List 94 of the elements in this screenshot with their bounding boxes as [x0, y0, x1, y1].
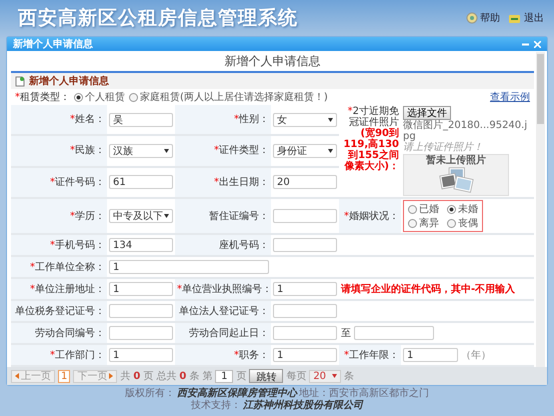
field-label: *姓名： [70, 114, 105, 126]
app-title: 西安高新区公租房信息管理系统 [18, 6, 298, 31]
pager-text: 条 [189, 370, 200, 383]
help-icon [466, 12, 478, 24]
input-field[interactable] [273, 304, 337, 318]
select-field[interactable]: 身份证 [273, 144, 337, 158]
input-field[interactable]: 1 [273, 282, 337, 296]
dropdown-caret-icon [164, 214, 169, 218]
field-label: 单位法人登记证号： [179, 306, 269, 316]
input-field[interactable]: 1 [109, 260, 269, 274]
range-separator: 至 [341, 327, 351, 340]
file-name: 微信图片_20180...95240.jpg [403, 120, 528, 142]
input-field[interactable]: 1 [109, 348, 173, 362]
footer-owner: 西安高新区保障房管理中心 [177, 388, 297, 400]
footer-support: 江苏神州科技股份有限公司 [243, 400, 363, 412]
field-label: 单位税务登记证号： [15, 306, 105, 316]
pager-text: 每页 [286, 370, 306, 383]
left-arrow-icon [15, 373, 19, 379]
field-label: *学历： [70, 210, 105, 222]
pager-text: 页 [143, 370, 154, 383]
pager-text: 共 [120, 370, 130, 383]
dropdown-caret-icon [328, 148, 333, 153]
scrollbar[interactable] [536, 52, 545, 367]
select-field[interactable]: 中专及以下 [109, 209, 173, 223]
photo-label: *2寸近期免冠证件照片 (宽90到119,高130到155之间像素大小)： [343, 106, 399, 172]
radio-option[interactable]: 个人租赁 [74, 90, 125, 104]
radio-option[interactable]: 家庭租赁(两人以上居住请选择家庭租赁！) [129, 90, 328, 104]
dropdown-caret-icon [164, 148, 169, 153]
field-label: *性别： [234, 114, 269, 126]
field-label: *单位注册地址： [30, 284, 105, 294]
input-field[interactable] [109, 326, 173, 340]
input-field[interactable] [109, 304, 173, 318]
radio-option[interactable]: 丧偶 [447, 216, 478, 230]
field-label: 劳动合同起止日： [189, 328, 269, 338]
input-field[interactable]: 134 [109, 238, 173, 252]
footer-text: 技术支持： [191, 400, 241, 412]
radio-option[interactable]: 未婚 [447, 202, 478, 216]
input-field[interactable] [273, 238, 337, 252]
field-label: *证件类型： [214, 145, 269, 156]
field-label: *工作部门： [50, 350, 105, 360]
record-count: 0 [179, 370, 186, 382]
pager-text: 页 [236, 370, 246, 383]
field-label: *出生日期： [214, 176, 269, 188]
hint-text: 请填写企业的证件代码，其中-不用输入 [341, 284, 516, 295]
input-field[interactable]: 1 [109, 282, 173, 296]
exit-icon [508, 12, 522, 24]
page-count: 0 [133, 370, 140, 382]
field-label: *民族： [70, 145, 105, 156]
help-link[interactable]: 帮助 [466, 11, 500, 25]
footer-address: 地址：西安市高新区都市之门 [299, 388, 429, 400]
jump-button[interactable]: 跳转 [249, 369, 284, 383]
input-field[interactable] [273, 209, 337, 223]
field-label: 暂住证编号： [209, 210, 269, 222]
choose-file-button[interactable]: 选择文件 [403, 106, 451, 120]
dialog-title: 新增个人申请信息 [13, 37, 93, 51]
field-label: *工作年限： [344, 350, 399, 360]
input-field[interactable]: 吴 [109, 112, 173, 127]
upload-hint: 请上传证件照片！ [403, 142, 483, 153]
pager-text: 第 [202, 370, 212, 383]
field-label: *手机号码： [50, 240, 105, 250]
close-icon[interactable] [534, 40, 541, 48]
field-label: *工作单位全称： [30, 262, 105, 272]
page-input[interactable]: 1 [215, 370, 234, 382]
pager-text: 总共 [156, 370, 176, 383]
input-field[interactable] [273, 326, 337, 340]
field-label: *证件号码： [50, 176, 105, 188]
field-label: *单位营业执照编号： [177, 284, 272, 294]
section-title: 新增个人申请信息 [29, 74, 109, 88]
pager-text: 条 [344, 370, 354, 383]
dropdown-caret-icon [328, 118, 333, 122]
field-label: *租赁类型： [15, 90, 70, 104]
input-field[interactable]: 61 [109, 175, 173, 190]
exit-link[interactable]: 退出 [508, 11, 544, 25]
radio-option[interactable]: 已婚 [408, 202, 439, 216]
select-field[interactable]: 汉族 [109, 144, 173, 158]
right-arrow-icon [109, 373, 114, 379]
page-size-select[interactable]: 20 [309, 370, 342, 382]
field-label: *婚姻状况： [344, 210, 399, 222]
input-field[interactable]: 1 [273, 348, 337, 362]
radio-option[interactable]: 离异 [408, 216, 439, 230]
input-field[interactable]: 20 [273, 175, 337, 190]
document-icon [15, 76, 25, 86]
select-field[interactable]: 女 [273, 112, 337, 127]
minimize-icon[interactable] [522, 40, 529, 48]
dropdown-caret-icon [332, 374, 338, 378]
field-label: 座机号码： [219, 240, 269, 250]
view-example-link[interactable]: 查看示例 [490, 90, 530, 104]
field-label: 劳动合同编号： [35, 328, 105, 338]
photo-caption: 暂未上传照片 [426, 155, 486, 167]
input-field[interactable]: 1 [403, 348, 458, 362]
field-label: *职务： [234, 350, 269, 360]
input-field[interactable] [354, 326, 434, 340]
footer-text: 版权所有： [125, 388, 175, 400]
unit-label: （年） [461, 349, 491, 362]
